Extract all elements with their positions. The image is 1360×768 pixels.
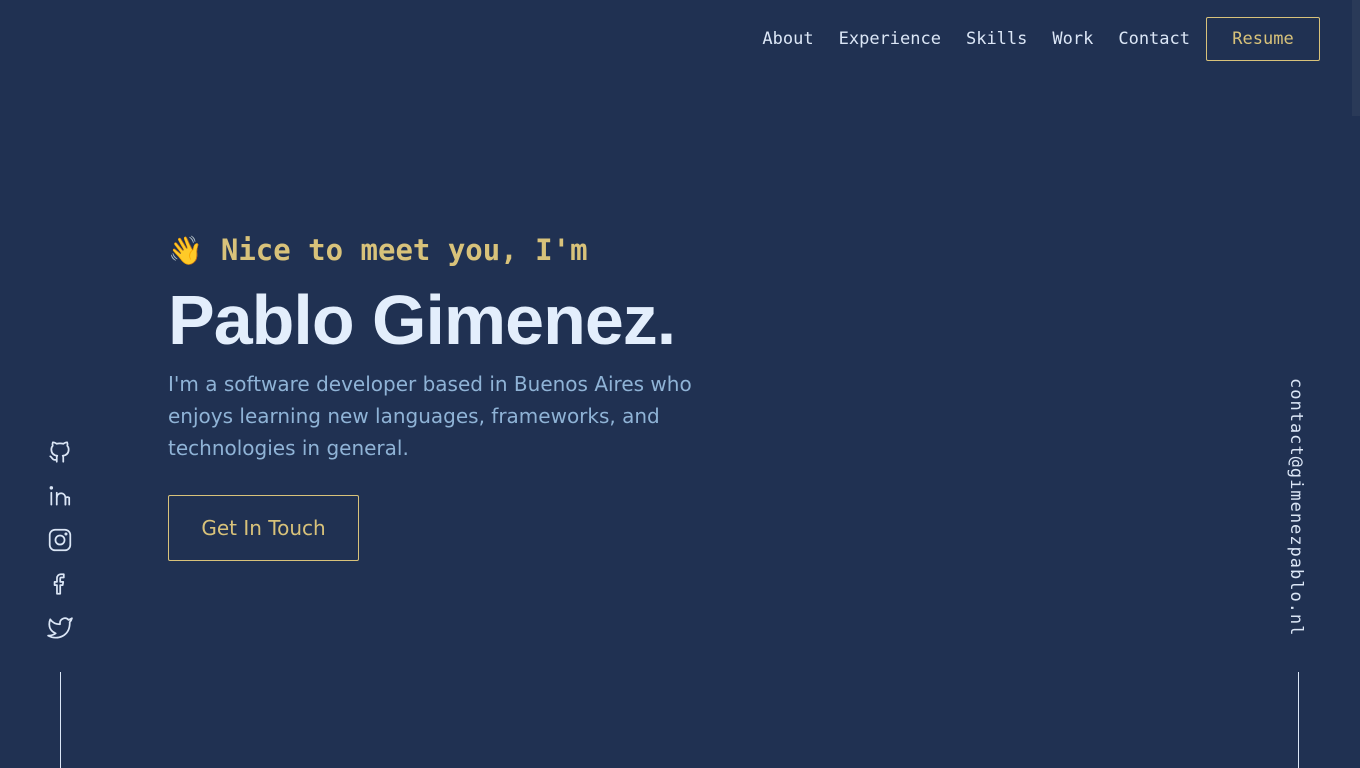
nav-link-work[interactable]: Work — [1052, 29, 1093, 49]
hero-tagline: I'm a software developer based in Buenos… — [168, 372, 692, 460]
right-divider-line — [1298, 672, 1299, 768]
get-in-touch-button[interactable]: Get In Touch — [168, 495, 359, 561]
greeting: 👋 Nice to meet you, I'm — [168, 226, 728, 274]
facebook-icon[interactable] — [47, 571, 73, 597]
greeting-text: Nice to meet you, I'm — [220, 233, 588, 267]
top-nav: About Experience Skills Work Contact Res… — [762, 16, 1320, 62]
left-divider-line — [60, 672, 61, 768]
resume-button[interactable]: Resume — [1206, 17, 1320, 61]
wave-icon: 👋 — [168, 233, 203, 267]
social-links — [47, 439, 73, 659]
nav-link-about[interactable]: About — [762, 29, 813, 49]
instagram-icon[interactable] — [47, 527, 73, 553]
email-link[interactable]: contact@gimenezpablo.nl — [1286, 378, 1306, 636]
nav-link-contact[interactable]: Contact — [1118, 29, 1190, 49]
hero-section: 👋 Nice to meet you, I'm Pablo Gimenez. I… — [168, 226, 728, 561]
linkedin-icon[interactable] — [47, 483, 73, 509]
hero-name: Pablo Gimenez. — [168, 281, 676, 359]
twitter-icon[interactable] — [47, 615, 73, 641]
scrollbar-thumb[interactable] — [1352, 0, 1360, 116]
nav-link-experience[interactable]: Experience — [839, 29, 941, 49]
github-icon[interactable] — [47, 439, 73, 465]
nav-link-skills[interactable]: Skills — [966, 29, 1027, 49]
